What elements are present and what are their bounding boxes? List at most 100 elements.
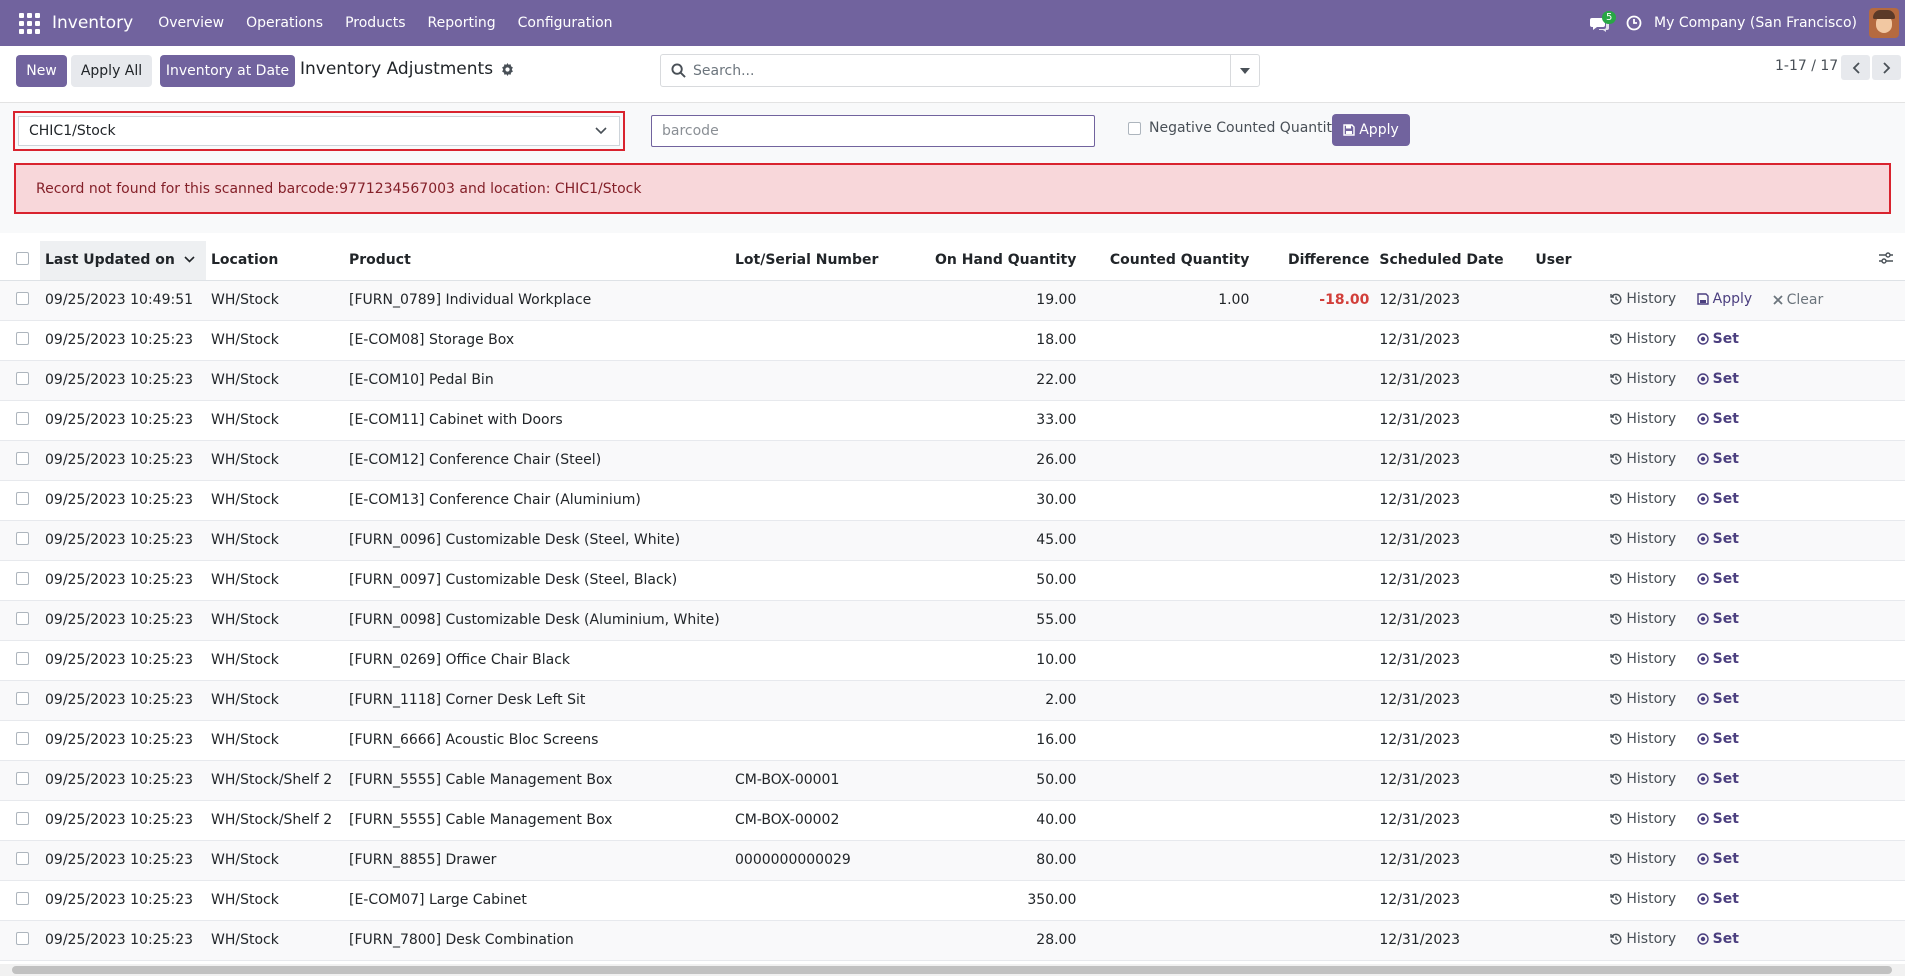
- history-button[interactable]: History: [1610, 611, 1676, 627]
- cell-counted[interactable]: [1081, 680, 1255, 721]
- row-checkbox[interactable]: [16, 291, 29, 305]
- table-row[interactable]: 09/25/2023 10:25:23 WH/Stock [FURN_6666]…: [0, 720, 1905, 761]
- pager-next-button[interactable]: [1872, 55, 1901, 80]
- search-options-toggle[interactable]: [1230, 55, 1259, 86]
- table-row[interactable]: 09/25/2023 10:25:23 WH/Stock [E-COM08] S…: [0, 320, 1905, 361]
- location-select[interactable]: CHIC1/Stock: [18, 116, 620, 146]
- set-row-button[interactable]: Set: [1696, 371, 1739, 387]
- column-product[interactable]: Product: [344, 241, 730, 281]
- row-checkbox[interactable]: [16, 691, 29, 705]
- table-row[interactable]: 09/25/2023 10:49:51 WH/Stock [FURN_0789]…: [0, 280, 1905, 321]
- history-button[interactable]: History: [1610, 451, 1676, 467]
- table-row[interactable]: 09/25/2023 10:25:23 WH/Stock/Shelf 2 [FU…: [0, 760, 1905, 801]
- cell-counted[interactable]: [1081, 360, 1255, 401]
- menu-configuration[interactable]: Configuration: [518, 15, 613, 31]
- history-button[interactable]: History: [1610, 491, 1676, 507]
- set-row-button[interactable]: Set: [1696, 611, 1739, 627]
- column-on-hand[interactable]: On Hand Quantity: [930, 241, 1082, 281]
- column-lot[interactable]: Lot/Serial Number: [730, 241, 930, 281]
- cell-counted[interactable]: [1081, 520, 1255, 561]
- cell-counted[interactable]: [1081, 840, 1255, 881]
- row-checkbox[interactable]: [16, 451, 29, 465]
- column-last-updated[interactable]: Last Updated on: [40, 241, 206, 281]
- table-row[interactable]: 09/25/2023 10:25:23 WH/Stock [FURN_0098]…: [0, 600, 1905, 641]
- table-row[interactable]: 09/25/2023 10:25:23 WH/Stock [E-COM13] C…: [0, 480, 1905, 521]
- cell-counted[interactable]: [1081, 400, 1255, 441]
- table-row[interactable]: 09/25/2023 10:25:23 WH/Stock/Shelf 2 [FU…: [0, 800, 1905, 841]
- cell-counted[interactable]: [1081, 600, 1255, 641]
- history-button[interactable]: History: [1610, 811, 1676, 827]
- clear-row-button[interactable]: Clear: [1772, 292, 1823, 308]
- apply-filter-button[interactable]: Apply: [1332, 114, 1410, 146]
- column-user[interactable]: User: [1530, 241, 1611, 281]
- cell-counted[interactable]: [1081, 320, 1255, 361]
- table-row[interactable]: 09/25/2023 10:25:23 WH/Stock [FURN_0269]…: [0, 640, 1905, 681]
- set-row-button[interactable]: Set: [1696, 571, 1739, 587]
- row-checkbox[interactable]: [16, 811, 29, 825]
- row-checkbox[interactable]: [16, 891, 29, 905]
- set-row-button[interactable]: Set: [1696, 491, 1739, 507]
- cell-counted[interactable]: [1081, 560, 1255, 601]
- column-counted[interactable]: Counted Quantity: [1081, 241, 1255, 281]
- table-row[interactable]: 09/25/2023 10:25:23 WH/Stock [FURN_0096]…: [0, 520, 1905, 561]
- history-button[interactable]: History: [1610, 531, 1676, 547]
- set-row-button[interactable]: Set: [1696, 811, 1739, 827]
- cell-counted[interactable]: [1081, 880, 1255, 921]
- scrollbar-thumb[interactable]: [12, 966, 1892, 974]
- optional-columns-icon[interactable]: [1879, 252, 1893, 264]
- history-button[interactable]: History: [1610, 771, 1676, 787]
- row-checkbox[interactable]: [16, 651, 29, 665]
- search-bar[interactable]: Search...: [660, 54, 1260, 87]
- history-button[interactable]: History: [1610, 411, 1676, 427]
- apply-row-button[interactable]: Apply: [1696, 291, 1752, 307]
- menu-products[interactable]: Products: [345, 15, 405, 31]
- row-checkbox[interactable]: [16, 851, 29, 865]
- messages-button[interactable]: 5: [1588, 10, 1617, 36]
- history-button[interactable]: History: [1610, 891, 1676, 907]
- set-row-button[interactable]: Set: [1696, 451, 1739, 467]
- set-row-button[interactable]: Set: [1696, 531, 1739, 547]
- barcode-input[interactable]: barcode: [651, 115, 1095, 147]
- table-row[interactable]: 09/25/2023 10:25:23 WH/Stock [FURN_8855]…: [0, 840, 1905, 881]
- set-row-button[interactable]: Set: [1696, 891, 1739, 907]
- history-button[interactable]: History: [1610, 691, 1676, 707]
- cell-counted[interactable]: [1081, 640, 1255, 681]
- inventory-at-date-button[interactable]: Inventory at Date: [160, 55, 295, 87]
- history-button[interactable]: History: [1610, 331, 1676, 347]
- column-difference[interactable]: Difference: [1254, 241, 1375, 281]
- row-checkbox[interactable]: [16, 611, 29, 625]
- cell-counted[interactable]: [1081, 720, 1255, 761]
- new-button[interactable]: New: [16, 55, 67, 87]
- app-brand[interactable]: Inventory: [52, 13, 133, 33]
- set-row-button[interactable]: Set: [1696, 411, 1739, 427]
- table-row[interactable]: 09/25/2023 10:25:23 WH/Stock [FURN_7800]…: [0, 920, 1905, 961]
- history-button[interactable]: History: [1610, 851, 1676, 867]
- menu-operations[interactable]: Operations: [246, 15, 323, 31]
- set-row-button[interactable]: Set: [1696, 771, 1739, 787]
- cell-counted[interactable]: [1081, 480, 1255, 521]
- table-row[interactable]: 09/25/2023 10:25:23 WH/Stock [E-COM10] P…: [0, 360, 1905, 401]
- set-row-button[interactable]: Set: [1696, 731, 1739, 747]
- apply-all-button[interactable]: Apply All: [71, 55, 152, 87]
- row-checkbox[interactable]: [16, 931, 29, 945]
- row-checkbox[interactable]: [16, 771, 29, 785]
- set-row-button[interactable]: Set: [1696, 331, 1739, 347]
- row-checkbox[interactable]: [16, 571, 29, 585]
- table-row[interactable]: 09/25/2023 10:25:23 WH/Stock [E-COM11] C…: [0, 400, 1905, 441]
- cell-counted[interactable]: [1081, 760, 1255, 801]
- set-row-button[interactable]: Set: [1696, 651, 1739, 667]
- history-button[interactable]: History: [1610, 571, 1676, 587]
- search-input[interactable]: Search...: [693, 63, 1230, 79]
- set-row-button[interactable]: Set: [1696, 691, 1739, 707]
- cell-counted[interactable]: [1081, 920, 1255, 961]
- row-checkbox[interactable]: [16, 531, 29, 545]
- company-switcher[interactable]: My Company (San Francisco): [1654, 15, 1857, 31]
- cell-counted[interactable]: 1.00: [1081, 280, 1255, 321]
- cell-counted[interactable]: [1081, 800, 1255, 841]
- row-checkbox[interactable]: [16, 491, 29, 505]
- set-row-button[interactable]: Set: [1696, 851, 1739, 867]
- menu-reporting[interactable]: Reporting: [428, 15, 496, 31]
- set-row-button[interactable]: Set: [1696, 931, 1739, 947]
- cell-counted[interactable]: [1081, 440, 1255, 481]
- column-location[interactable]: Location: [206, 241, 344, 281]
